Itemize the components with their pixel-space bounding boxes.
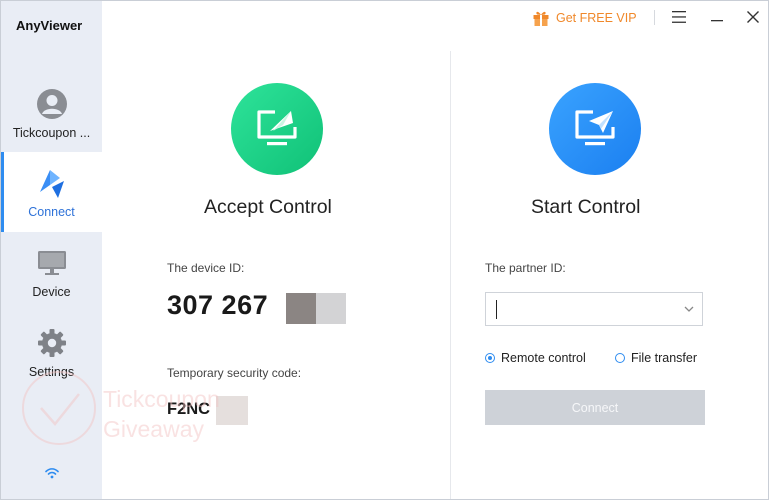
remote-control-radio[interactable]: Remote control	[485, 351, 586, 365]
titlebar-divider	[654, 10, 655, 25]
accept-control-title: Accept Control	[204, 196, 332, 218]
partner-id-input[interactable]	[494, 298, 678, 322]
redaction-block	[216, 396, 248, 425]
app-window: AnyViewer Tickcoupon ... Connect Device …	[0, 0, 769, 500]
connect-icon	[40, 170, 64, 198]
device-id-value: 307 267	[167, 290, 269, 320]
text-caret	[496, 300, 497, 319]
radio-label: Remote control	[501, 351, 586, 365]
file-transfer-radio[interactable]: File transfer	[615, 351, 697, 365]
device-id-label: The device ID:	[167, 261, 245, 275]
screen-receive-icon	[257, 110, 297, 146]
partner-id-label: The partner ID:	[485, 261, 566, 275]
sidebar-item-label: Device	[32, 285, 71, 299]
close-icon[interactable]	[744, 8, 762, 26]
security-code-value: F2NC	[167, 400, 211, 418]
watermark-line: Giveaway	[103, 416, 204, 442]
vip-label: Get FREE VIP	[556, 11, 637, 25]
minimize-icon[interactable]	[708, 8, 726, 26]
partner-id-field[interactable]	[485, 292, 703, 326]
connect-button[interactable]: Connect	[485, 390, 705, 425]
chevron-down-icon[interactable]	[683, 304, 695, 314]
wifi-icon	[45, 468, 59, 479]
redaction-block	[286, 293, 316, 324]
sidebar-item-label: Tickcoupon ...	[12, 126, 91, 140]
radio-label: File transfer	[631, 351, 697, 365]
security-code-label: Temporary security code:	[167, 366, 302, 380]
app-title: AnyViewer	[16, 18, 83, 33]
radio-indicator[interactable]	[485, 353, 495, 363]
user-avatar-icon	[37, 89, 67, 119]
start-control-title: Start Control	[531, 196, 641, 218]
panel-divider	[450, 51, 451, 499]
get-vip-button[interactable]: Get FREE VIP	[532, 8, 637, 28]
monitor-icon	[38, 251, 66, 275]
sidebar-item-settings[interactable]: Settings	[1, 312, 102, 392]
screen-send-icon	[575, 110, 615, 146]
sidebar-item-label: Connect	[28, 205, 75, 219]
sidebar-item-device[interactable]: Device	[1, 232, 102, 312]
sidebar-item-connect[interactable]: Connect	[1, 152, 102, 232]
accept-control-icon-circle	[231, 83, 323, 175]
gear-icon	[38, 329, 66, 357]
redaction-block	[316, 293, 346, 324]
sidebar: AnyViewer Tickcoupon ... Connect Device …	[1, 1, 102, 499]
sidebar-item-label: Settings	[28, 365, 75, 379]
radio-indicator[interactable]	[615, 353, 625, 363]
sidebar-item-account[interactable]: Tickcoupon ...	[1, 73, 102, 153]
gift-icon	[533, 11, 549, 26]
menu-icon[interactable]	[670, 8, 688, 26]
start-control-icon-circle	[549, 83, 641, 175]
